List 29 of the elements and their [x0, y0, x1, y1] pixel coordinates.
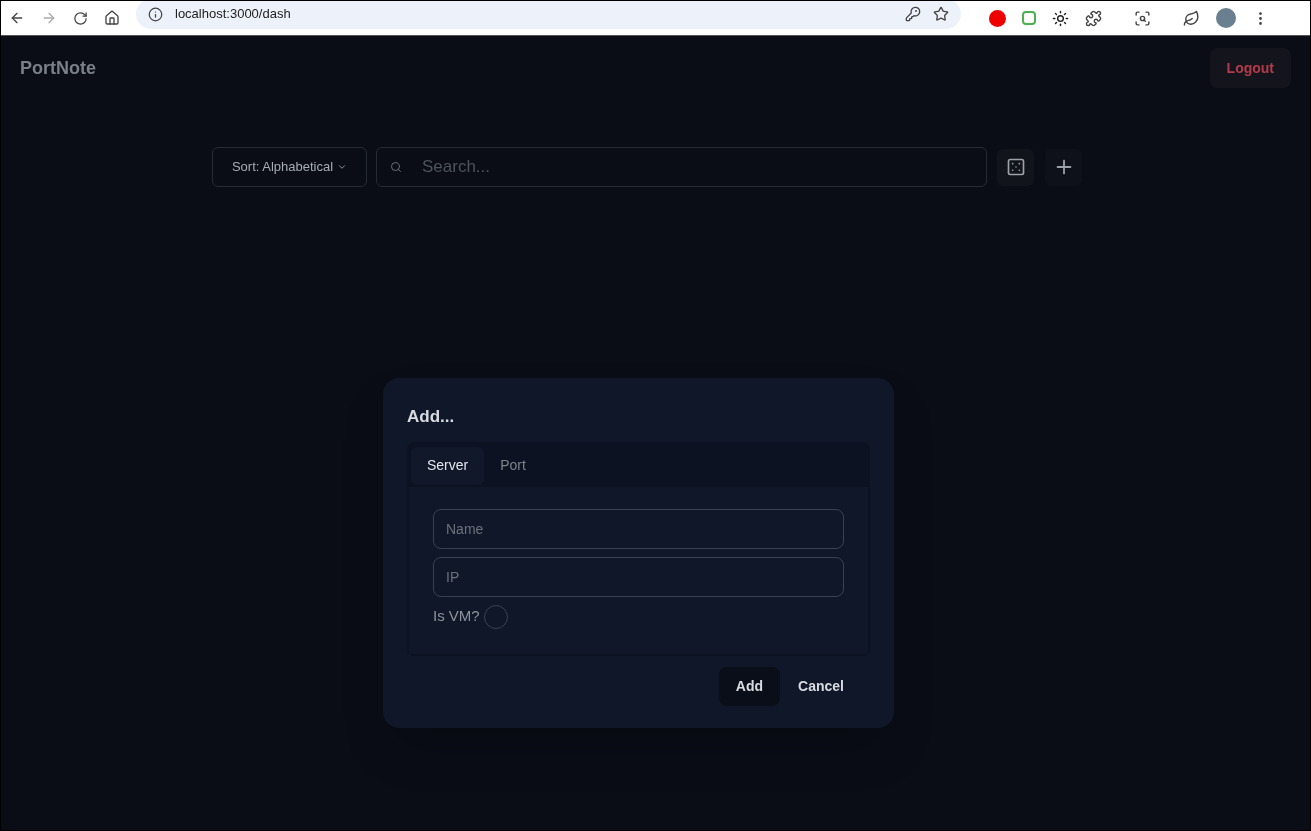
home-icon[interactable]: [104, 10, 120, 26]
star-icon[interactable]: [933, 6, 949, 22]
tab[interactable]: Server: [411, 446, 485, 485]
key-icon[interactable]: [905, 6, 921, 22]
avatar-icon[interactable]: [1216, 8, 1236, 28]
text-field[interactable]: Name: [433, 508, 844, 549]
reload-icon[interactable]: [73, 10, 88, 26]
text-field[interactable]: IP: [433, 556, 844, 597]
search-field[interactable]: Search...: [376, 147, 987, 187]
puzzle-icon[interactable]: [1085, 9, 1102, 27]
add-button[interactable]: [1045, 148, 1082, 186]
info-icon: [148, 6, 163, 22]
tab[interactable]: Port: [488, 446, 538, 485]
dialog-button[interactable]: Add: [718, 666, 781, 706]
address-bar[interactable]: localhost:3000/dash: [136, 1, 961, 29]
search-icon: [390, 161, 402, 173]
sort-dropdown[interactable]: Sort: Alphabetical: [212, 147, 367, 187]
dice-button[interactable]: [997, 148, 1034, 186]
checkbox-label: Is VM?: [433, 606, 480, 627]
sun-icon[interactable]: [1052, 9, 1069, 27]
url-text: localhost:3000/dash: [175, 5, 291, 24]
dialog-title: Add...: [407, 406, 456, 428]
caret-icon: [337, 162, 348, 172]
back-icon[interactable]: [9, 10, 25, 26]
app-title: PortNote: [20, 56, 96, 80]
dice-icon: [1005, 157, 1026, 177]
leaf-icon[interactable]: [1183, 9, 1200, 27]
dialog-button[interactable]: Cancel: [788, 666, 854, 706]
screen-search-icon[interactable]: [1134, 9, 1151, 27]
